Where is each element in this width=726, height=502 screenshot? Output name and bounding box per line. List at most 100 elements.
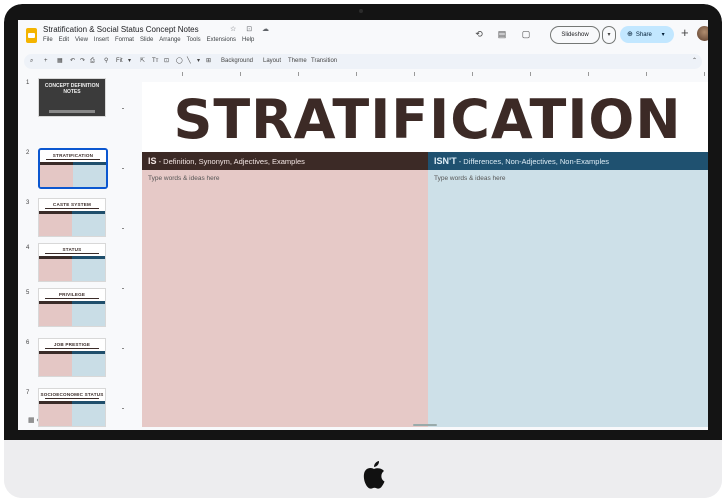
- meet-icon[interactable]: ▢: [520, 28, 532, 40]
- is-text-area[interactable]: Type words & ideas here: [142, 170, 428, 427]
- slide-number: 1: [26, 80, 30, 86]
- menu-item-slide[interactable]: Slide: [140, 37, 153, 43]
- toolbar-item-0[interactable]: ⌕: [30, 54, 33, 69]
- ruler-tick: [298, 72, 299, 76]
- toolbar-item-2[interactable]: ▦: [57, 54, 63, 69]
- slide-thumbnail-6[interactable]: JOB PRESTIGE: [38, 338, 106, 377]
- gemini-plus-icon[interactable]: +: [681, 25, 689, 40]
- thumb-is-area: [39, 354, 72, 376]
- horizontal-ruler: [142, 72, 705, 79]
- slide-thumbnail-4[interactable]: STATUS: [38, 243, 106, 282]
- menu-item-tools[interactable]: Tools: [187, 37, 201, 43]
- ruler-tick: [240, 72, 241, 76]
- is-description: - Definition, Synonym, Adjectives, Examp…: [156, 157, 305, 166]
- user-avatar[interactable]: [697, 26, 708, 41]
- apple-logo-icon: [363, 461, 385, 489]
- slideshow-button[interactable]: Slideshow: [550, 26, 600, 44]
- menu-item-extensions[interactable]: Extensions: [207, 37, 236, 43]
- isnt-column-header[interactable]: ISN'T - Differences, Non-Adjectives, Non…: [428, 152, 708, 170]
- speaker-notes-drag-handle[interactable]: [413, 424, 437, 426]
- menu-item-format[interactable]: Format: [115, 37, 134, 43]
- toolbar-item-1[interactable]: +: [44, 54, 48, 69]
- title-actions-icons[interactable]: ☆ ⊡ ☁: [230, 25, 273, 33]
- ruler-tick: [356, 72, 357, 76]
- version-history-icon[interactable]: ⟲: [473, 28, 485, 40]
- ruler-tick: [182, 72, 183, 76]
- toolbar-item-4[interactable]: ↷: [80, 54, 85, 69]
- slide-number: 5: [26, 290, 30, 296]
- slideshow-options-caret[interactable]: ▾: [602, 26, 616, 44]
- toolbar-item-11[interactable]: ⊡: [164, 54, 169, 69]
- toolbar-item-16[interactable]: Background: [221, 54, 253, 69]
- isnt-text-area[interactable]: Type words & ideas here: [428, 170, 708, 427]
- slide-canvas[interactable]: STRATIFICATION IS - Definition, Synonym,…: [142, 82, 708, 427]
- thumb-is-area: [39, 304, 72, 326]
- thumb-title: CASTE SYSTEM: [39, 199, 105, 211]
- toolbar-item-19[interactable]: Transition: [311, 54, 337, 69]
- is-label: IS: [148, 156, 157, 166]
- toolbar-item-8[interactable]: ▾: [128, 54, 131, 69]
- slide-number: 6: [26, 340, 30, 346]
- ruler-tick: [414, 72, 415, 76]
- collapse-toolbar-icon[interactable]: ⌃: [692, 54, 697, 69]
- isnt-label: ISN'T: [434, 156, 457, 166]
- ruler-tick: [704, 72, 705, 76]
- ruler-tick: [122, 408, 124, 409]
- thumb-isnt-area: [72, 259, 105, 281]
- menu-item-view[interactable]: View: [75, 37, 88, 43]
- slide-thumbnail-1[interactable]: CONCEPT DEFINITION NOTES: [38, 78, 106, 117]
- menu-item-edit[interactable]: Edit: [59, 37, 69, 43]
- toolbar-item-6[interactable]: ⚲: [104, 54, 108, 69]
- slide-title[interactable]: STRATIFICATION: [142, 88, 708, 151]
- slide-number: 2: [26, 150, 30, 156]
- toolbar-item-3[interactable]: ↶: [70, 54, 75, 69]
- isnt-placeholder: Type words & ideas here: [434, 175, 506, 182]
- toolbar-item-5[interactable]: ⎙: [90, 54, 95, 69]
- slide-thumbnail-2[interactable]: STRATIFICATION: [38, 148, 108, 189]
- slides-logo-icon[interactable]: [26, 28, 37, 43]
- slide-thumbnail-5[interactable]: PRIVILEGE: [38, 288, 106, 327]
- ruler-tick: [122, 228, 124, 229]
- thumb-title: STRATIFICATION: [40, 150, 106, 162]
- toolbar-item-17[interactable]: Layout: [263, 54, 281, 69]
- slide-number: 4: [26, 245, 30, 251]
- menu-item-arrange[interactable]: Arrange: [159, 37, 180, 43]
- slide-thumbnail-3[interactable]: CASTE SYSTEM: [38, 198, 106, 237]
- thumb-is-area: [39, 214, 72, 236]
- ruler-tick: [122, 348, 124, 349]
- toolbar-item-15[interactable]: ⊞: [206, 54, 211, 69]
- is-column-header[interactable]: IS - Definition, Synonym, Adjectives, Ex…: [142, 152, 428, 170]
- menu-item-help[interactable]: Help: [242, 37, 254, 43]
- thumb-title: SOCIOECONOMIC STATUS: [39, 389, 105, 401]
- toolbar-item-9[interactable]: ⇱: [140, 54, 145, 69]
- slide-number: 7: [26, 390, 30, 396]
- thumb-is-area: [39, 404, 72, 426]
- comments-icon[interactable]: ▤: [496, 28, 508, 40]
- ruler-tick: [122, 108, 124, 109]
- document-title[interactable]: Stratification & Social Status Concept N…: [43, 25, 199, 34]
- share-caret-icon[interactable]: ▾: [662, 32, 665, 38]
- thumb-subtitle-bar: [49, 110, 95, 113]
- toolbar-item-18[interactable]: Theme: [288, 54, 307, 69]
- toolbar-item-10[interactable]: Tт: [152, 54, 158, 69]
- menu-item-insert[interactable]: Insert: [94, 37, 109, 43]
- toolbar-item-14[interactable]: ▾: [197, 54, 200, 69]
- share-label: Share: [635, 32, 652, 38]
- share-button[interactable]: ⊕ Share ▾: [620, 26, 674, 43]
- menu-item-file[interactable]: File: [43, 37, 53, 43]
- thumb-isnt-area: [72, 304, 105, 326]
- toolbar-item-7[interactable]: Fit: [116, 54, 123, 69]
- isnt-description: - Differences, Non-Adjectives, Non-Examp…: [456, 157, 610, 166]
- is-placeholder: Type words & ideas here: [148, 175, 220, 182]
- thumb-is-area: [40, 165, 73, 187]
- menu-bar: File Edit View Insert Format Slide Arrange Tool…: [43, 37, 260, 43]
- thumb-title: CONCEPT DEFINITION NOTES: [44, 83, 100, 95]
- vertical-ruler: [119, 78, 127, 430]
- toolbar-item-12[interactable]: ◯: [176, 54, 183, 69]
- slide-thumbnail-7[interactable]: SOCIOECONOMIC STATUS: [38, 388, 106, 427]
- thumb-isnt-area: [73, 165, 106, 187]
- thumb-isnt-area: [72, 404, 105, 426]
- thumb-isnt-area: [72, 214, 105, 236]
- toolbar-item-13[interactable]: ╲: [187, 54, 191, 69]
- thumb-isnt-area: [72, 354, 105, 376]
